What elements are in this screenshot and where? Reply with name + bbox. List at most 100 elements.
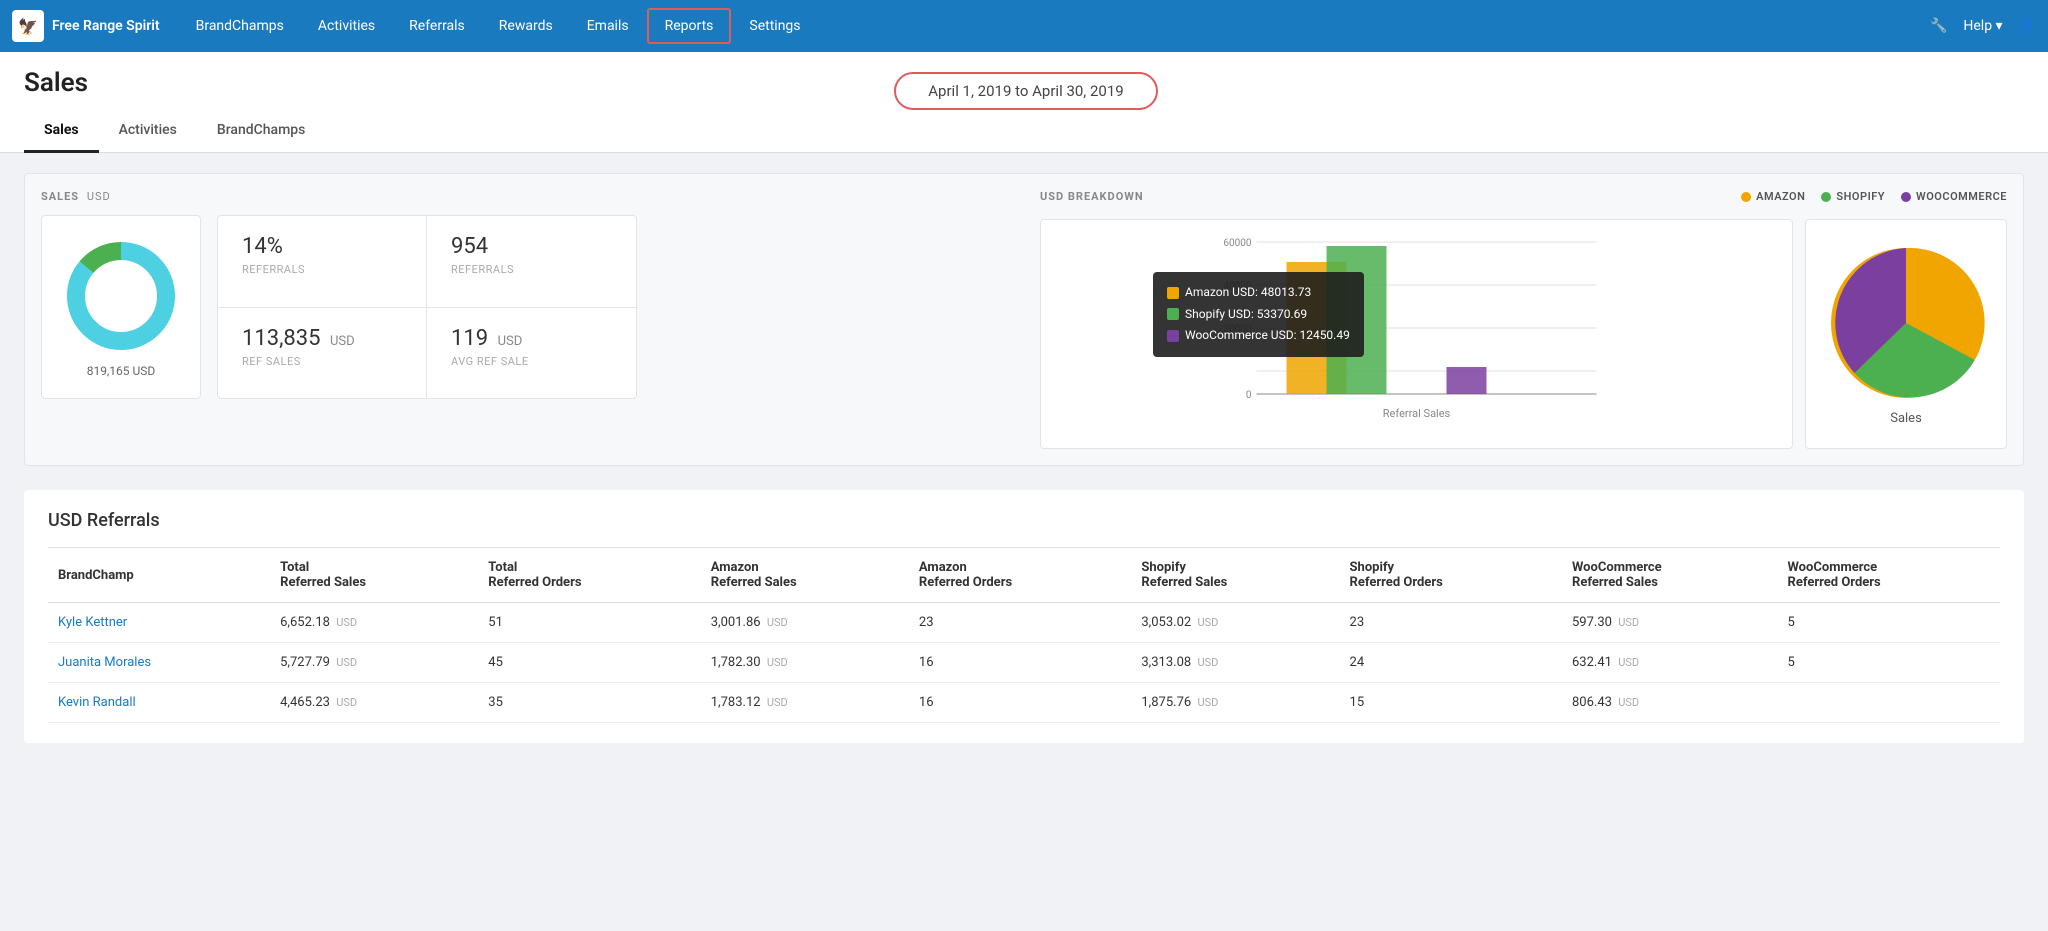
row-total-orders-juanita: 45: [478, 643, 700, 683]
tab-activities[interactable]: Activities: [99, 110, 197, 153]
row-woo-sales-kyle: 597.30 USD: [1562, 603, 1778, 643]
legend-amazon-label: AMAZON: [1756, 190, 1805, 203]
chart-legend: AMAZON SHOPIFY WOOCOMMERCE: [1741, 190, 2007, 203]
svg-text:60000: 60000: [1223, 238, 1251, 249]
table-row: Kyle Kettner 6,652.18 USD 51 3,001.86 US…: [48, 603, 2000, 643]
stat-value-ref-sales: 113,835 USD: [242, 326, 402, 351]
row-name-kyle[interactable]: Kyle Kettner: [48, 603, 270, 643]
navbar-right: 🔧 Help ▾ 👤: [1930, 18, 2036, 34]
stats-grid: 14% REFERRALS 954 REFERRALS 113,835 USD …: [217, 215, 637, 399]
tooltip-shopify-dot: [1167, 308, 1179, 320]
row-total-orders-kyle: 51: [478, 603, 700, 643]
stat-ref-sales: 113,835 USD REF SALES: [218, 308, 427, 399]
row-shopify-sales-kevin: 1,875.76 USD: [1131, 683, 1339, 723]
row-amazon-sales-juanita: 1,782.30 USD: [701, 643, 909, 683]
row-name-kevin[interactable]: Kevin Randall: [48, 683, 270, 723]
col-total-orders: TotalReferred Orders: [478, 548, 700, 603]
legend-woocommerce-label: WOOCOMMERCE: [1916, 190, 2007, 203]
page-header: Sales April 1, 2019 to April 30, 2019: [0, 52, 2048, 110]
stat-value-pct: 14%: [242, 234, 402, 259]
navbar: 🦅 Free Range Spirit BrandChamps Activiti…: [0, 0, 2048, 52]
row-name-juanita[interactable]: Juanita Morales: [48, 643, 270, 683]
nav-brandchamps[interactable]: BrandChamps: [180, 10, 300, 42]
pie-chart-card: Sales: [1805, 219, 2007, 449]
table-section-title: USD Referrals: [48, 510, 2000, 531]
nav-emails[interactable]: Emails: [571, 10, 645, 42]
tools-icon[interactable]: 🔧: [1930, 18, 1947, 34]
main-content: SALES USD: [0, 153, 2048, 763]
row-shopify-orders-kevin: 15: [1340, 683, 1562, 723]
legend-amazon-dot: [1741, 192, 1751, 202]
bar-chart-card: 60000 40000 20000 0: [1040, 219, 1793, 449]
legend-woocommerce-dot: [1901, 192, 1911, 202]
referrals-table: BrandChamp TotalReferred Sales TotalRefe…: [48, 547, 2000, 723]
user-menu[interactable]: 👤: [2019, 18, 2036, 34]
tooltip-woo-text: WooCommerce USD: 12450.49: [1185, 325, 1350, 347]
tooltip-row-shopify: Shopify USD: 53370.69: [1167, 304, 1350, 326]
row-amazon-orders-juanita: 16: [909, 643, 1131, 683]
table-row: Kevin Randall 4,465.23 USD 35 1,783.12 U…: [48, 683, 2000, 723]
row-total-sales-juanita: 5,727.79 USD: [270, 643, 478, 683]
row-amazon-orders-kevin: 16: [909, 683, 1131, 723]
pie-chart-svg: [1826, 243, 1986, 403]
legend-shopify-dot: [1821, 192, 1831, 202]
row-woo-orders-juanita: 5: [1778, 643, 2001, 683]
tooltip-woo-dot: [1167, 330, 1179, 342]
logo-icon: 🦅: [12, 10, 44, 42]
nav-referrals[interactable]: Referrals: [393, 10, 481, 42]
table-row: Juanita Morales 5,727.79 USD 45 1,782.30…: [48, 643, 2000, 683]
col-amazon-orders: AmazonReferred Orders: [909, 548, 1131, 603]
nav-reports[interactable]: Reports: [647, 8, 732, 44]
stat-referral-count: 954 REFERRALS: [427, 216, 636, 308]
row-amazon-sales-kyle: 3,001.86 USD: [701, 603, 909, 643]
nav-settings[interactable]: Settings: [733, 10, 816, 42]
col-brandchamp: BrandChamp: [48, 548, 270, 603]
pie-label: Sales: [1890, 411, 1922, 426]
col-total-sales: TotalReferred Sales: [270, 548, 478, 603]
row-shopify-sales-kyle: 3,053.02 USD: [1131, 603, 1339, 643]
tooltip-amazon-dot: [1167, 287, 1179, 299]
table-header-row: BrandChamp TotalReferred Sales TotalRefe…: [48, 548, 2000, 603]
col-shopify-orders: ShopifyReferred Orders: [1340, 548, 1562, 603]
breakdown-title: USD BREAKDOWN: [1040, 190, 1144, 203]
app-logo[interactable]: 🦅 Free Range Spirit: [12, 10, 160, 42]
row-woo-orders-kyle: 5: [1778, 603, 2001, 643]
donut-chart-svg: [61, 236, 181, 356]
stat-avg-ref-sale: 119 USD AVG REF SALE: [427, 308, 636, 399]
legend-shopify: SHOPIFY: [1821, 190, 1885, 203]
stat-value-avg: 119 USD: [451, 326, 612, 351]
stat-label-ref-sales: REF SALES: [242, 355, 402, 368]
navbar-links: BrandChamps Activities Referrals Rewards…: [180, 8, 1930, 44]
row-total-sales-kevin: 4,465.23 USD: [270, 683, 478, 723]
help-menu[interactable]: Help ▾: [1963, 18, 2002, 34]
chart-tooltip: Amazon USD: 48013.73 Shopify USD: 53370.…: [1153, 272, 1364, 357]
sales-usd-section: SALES USD: [24, 173, 2024, 466]
nav-activities[interactable]: Activities: [302, 10, 391, 42]
row-shopify-orders-kyle: 23: [1340, 603, 1562, 643]
donut-value-label: 819,165 USD: [87, 364, 156, 378]
legend-shopify-label: SHOPIFY: [1836, 190, 1885, 203]
app-name: Free Range Spirit: [52, 18, 160, 34]
tooltip-shopify-text: Shopify USD: 53370.69: [1185, 304, 1307, 326]
legend-woocommerce: WOOCOMMERCE: [1901, 190, 2007, 203]
date-range-wrapper: April 1, 2019 to April 30, 2019: [894, 72, 1157, 110]
row-woo-sales-juanita: 632.41 USD: [1562, 643, 1778, 683]
chart-svg-container: 60000 40000 20000 0: [1053, 232, 1780, 436]
col-shopify-sales: ShopifyReferred Sales: [1131, 548, 1339, 603]
col-woo-orders: WooCommerceReferred Orders: [1778, 548, 2001, 603]
sales-currency-label: USD: [87, 190, 111, 203]
svg-text:Referral Sales: Referral Sales: [1383, 407, 1451, 420]
row-woo-sales-kevin: 806.43 USD: [1562, 683, 1778, 723]
tooltip-row-woo: WooCommerce USD: 12450.49: [1167, 325, 1350, 347]
date-range-input[interactable]: April 1, 2019 to April 30, 2019: [894, 72, 1157, 110]
donut-card: 819,165 USD: [41, 215, 201, 399]
tab-sales[interactable]: Sales: [24, 110, 99, 153]
sub-tabs: Sales Activities BrandChamps: [0, 110, 2048, 153]
nav-rewards[interactable]: Rewards: [483, 10, 569, 42]
row-shopify-sales-juanita: 3,313.08 USD: [1131, 643, 1339, 683]
svg-text:0: 0: [1246, 390, 1252, 401]
col-amazon-sales: AmazonReferred Sales: [701, 548, 909, 603]
row-amazon-sales-kevin: 1,783.12 USD: [701, 683, 909, 723]
tab-brandchamps[interactable]: BrandChamps: [197, 110, 326, 153]
stat-label-pct: REFERRALS: [242, 263, 402, 276]
